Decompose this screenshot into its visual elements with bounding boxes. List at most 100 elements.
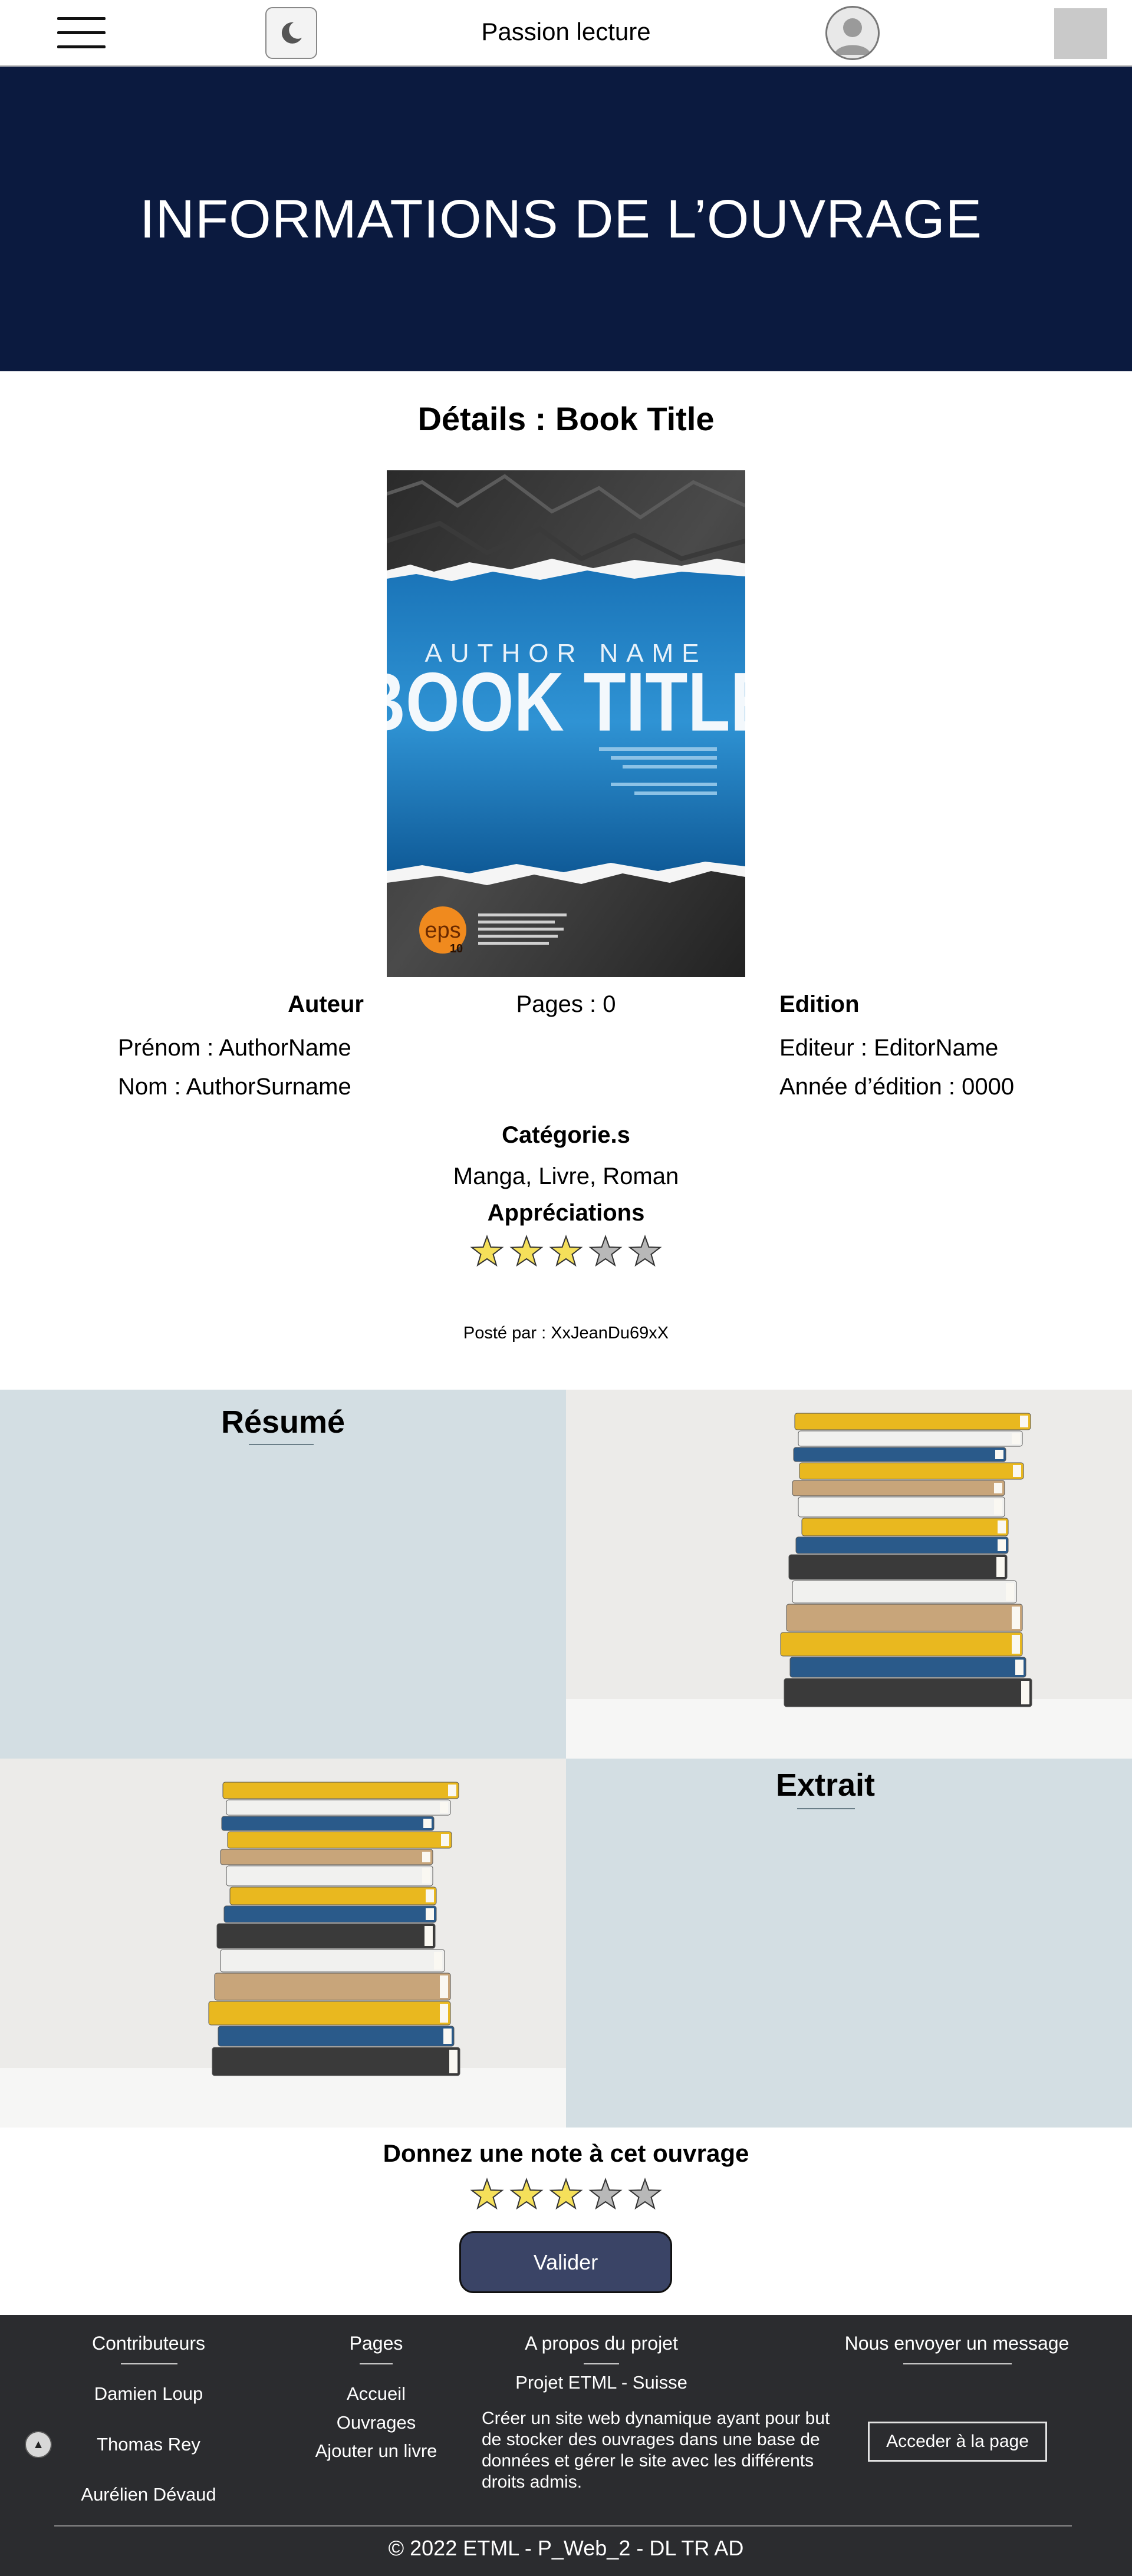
book-pages — [1020, 1416, 1028, 1427]
book-stack-image — [566, 1390, 1132, 1759]
star-icon — [628, 1235, 662, 1267]
book-spine — [218, 2026, 455, 2047]
access-page-button[interactable]: Acceder à la page — [868, 2422, 1047, 2462]
star-icon — [588, 1235, 623, 1267]
edition-year: Année d’édition : 0000 — [779, 1074, 1015, 1100]
footer-link-ouvrages[interactable]: Ouvrages — [295, 2412, 458, 2433]
book-pages — [443, 2029, 452, 2044]
arrow-up-icon: ▲ — [32, 2438, 44, 2451]
book-spine — [794, 1413, 1031, 1430]
book-pages — [1012, 1607, 1020, 1629]
book-pages — [422, 1868, 430, 1884]
extrait-underline — [797, 1808, 855, 1809]
book-pages — [1021, 1681, 1029, 1704]
book-pages — [440, 2004, 448, 2023]
footer-bottom-divider — [54, 2525, 1072, 2526]
book-spine — [229, 1886, 437, 1905]
star-icon — [549, 1235, 583, 1267]
book-pages — [998, 1539, 1006, 1551]
footer-link-ajouter-livre[interactable]: Ajouter un livre — [295, 2440, 458, 2462]
book-pages — [998, 1520, 1006, 1533]
author-first-name: Prénom : AuthorName — [118, 1035, 351, 1061]
book-pages — [996, 1557, 1005, 1577]
book-stack-drawing — [208, 1782, 460, 2076]
book-spine — [212, 2047, 460, 2076]
placeholder-square-button[interactable] — [1054, 8, 1107, 59]
book-spine — [223, 1905, 437, 1923]
footer-contributor: Aurélien Dévaud — [81, 2484, 216, 2505]
cover-badge-text: eps — [424, 918, 460, 943]
footer-pages-heading: Pages — [349, 2333, 403, 2354]
posted-by: Posté par : XxJeanDu69xX — [463, 1324, 669, 1343]
book-pages — [994, 1499, 1002, 1515]
categories-heading: Catégorie.s — [502, 1122, 630, 1148]
book-spine — [226, 1865, 433, 1886]
footer-about-text: Créer un site web dynamique ayant pour b… — [482, 2409, 830, 2492]
star-icon[interactable] — [470, 2178, 504, 2210]
book-pages — [440, 1802, 448, 1813]
book-spine — [798, 1496, 1005, 1518]
book-cover-image: AUTHOR NAME BOOK TITLE eps 10 — [387, 470, 745, 977]
star-icon — [470, 1235, 504, 1267]
book-rating-stars — [469, 1233, 663, 1270]
footer-divider — [360, 2363, 393, 2364]
copyright: © 2022 ETML - P_Web_2 - DL TR AD — [388, 2536, 744, 2560]
star-icon[interactable] — [628, 2178, 662, 2210]
book-spine — [801, 1518, 1009, 1536]
book-spine — [788, 1554, 1008, 1580]
publisher: Editeur : EditorName — [779, 1035, 999, 1061]
cover-badge-sub: 10 — [450, 942, 463, 955]
site-title[interactable]: Passion lecture — [389, 18, 743, 46]
book-spine — [226, 1799, 451, 1816]
details-title: Détails : Book Title — [417, 400, 715, 437]
star-icon[interactable] — [549, 2178, 583, 2210]
page-title: INFORMATIONS DE L’OUVRAGE — [139, 189, 983, 249]
scroll-to-top-button[interactable]: ▲ — [25, 2431, 52, 2458]
book-pages — [448, 1785, 456, 1796]
star-icon[interactable] — [509, 2178, 544, 2210]
book-spine — [793, 1447, 1006, 1462]
footer-about-heading: A propos du projet — [525, 2333, 678, 2354]
book-spine — [798, 1430, 1023, 1447]
book-pages — [424, 1926, 433, 1946]
book-spine — [214, 1973, 451, 2001]
book-pages — [426, 1889, 434, 1902]
footer-contributor: Thomas Rey — [97, 2434, 200, 2455]
book-stack-image — [0, 1759, 566, 2128]
book-spine — [786, 1604, 1023, 1632]
book-spine — [208, 2001, 451, 2026]
book-spine — [795, 1536, 1009, 1554]
footer-divider — [121, 2363, 177, 2364]
edition-heading: Edition — [779, 991, 860, 1017]
book-pages — [434, 1952, 442, 1970]
rate-stars-input[interactable] — [469, 2176, 663, 2213]
hamburger-menu-icon[interactable] — [53, 12, 110, 53]
submit-rating-button[interactable]: Valider — [459, 2231, 672, 2293]
book-pages — [441, 1834, 449, 1846]
top-navbar: Passion lecture — [0, 0, 1132, 67]
user-avatar-icon[interactable] — [825, 6, 880, 60]
footer-divider — [584, 2363, 619, 2364]
book-pages — [422, 1852, 430, 1862]
book-pages — [1006, 1583, 1014, 1601]
star-icon — [509, 1235, 544, 1267]
resume-title: Résumé — [221, 1404, 345, 1440]
theme-toggle-button[interactable] — [265, 7, 317, 59]
book-pages — [1015, 1660, 1024, 1675]
footer-message-heading: Nous envoyer un message — [844, 2333, 1070, 2354]
categories-list: Manga, Livre, Roman — [453, 1163, 679, 1189]
footer-link-accueil[interactable]: Accueil — [295, 2383, 458, 2405]
moon-icon — [281, 22, 302, 44]
book-spine — [222, 1782, 459, 1799]
footer-contributor: Damien Loup — [94, 2383, 203, 2404]
resume-panel: Résumé — [0, 1390, 566, 1759]
book-spine — [792, 1580, 1017, 1604]
book-spine — [220, 1949, 445, 1973]
star-icon[interactable] — [588, 2178, 623, 2210]
book-pages — [426, 1908, 434, 1920]
extrait-panel: Extrait — [566, 1759, 1132, 2128]
extrait-title: Extrait — [775, 1767, 876, 1803]
page-count: Pages : 0 — [516, 991, 616, 1017]
book-stack-drawing — [780, 1413, 1032, 1707]
book-pages — [995, 1450, 1003, 1459]
